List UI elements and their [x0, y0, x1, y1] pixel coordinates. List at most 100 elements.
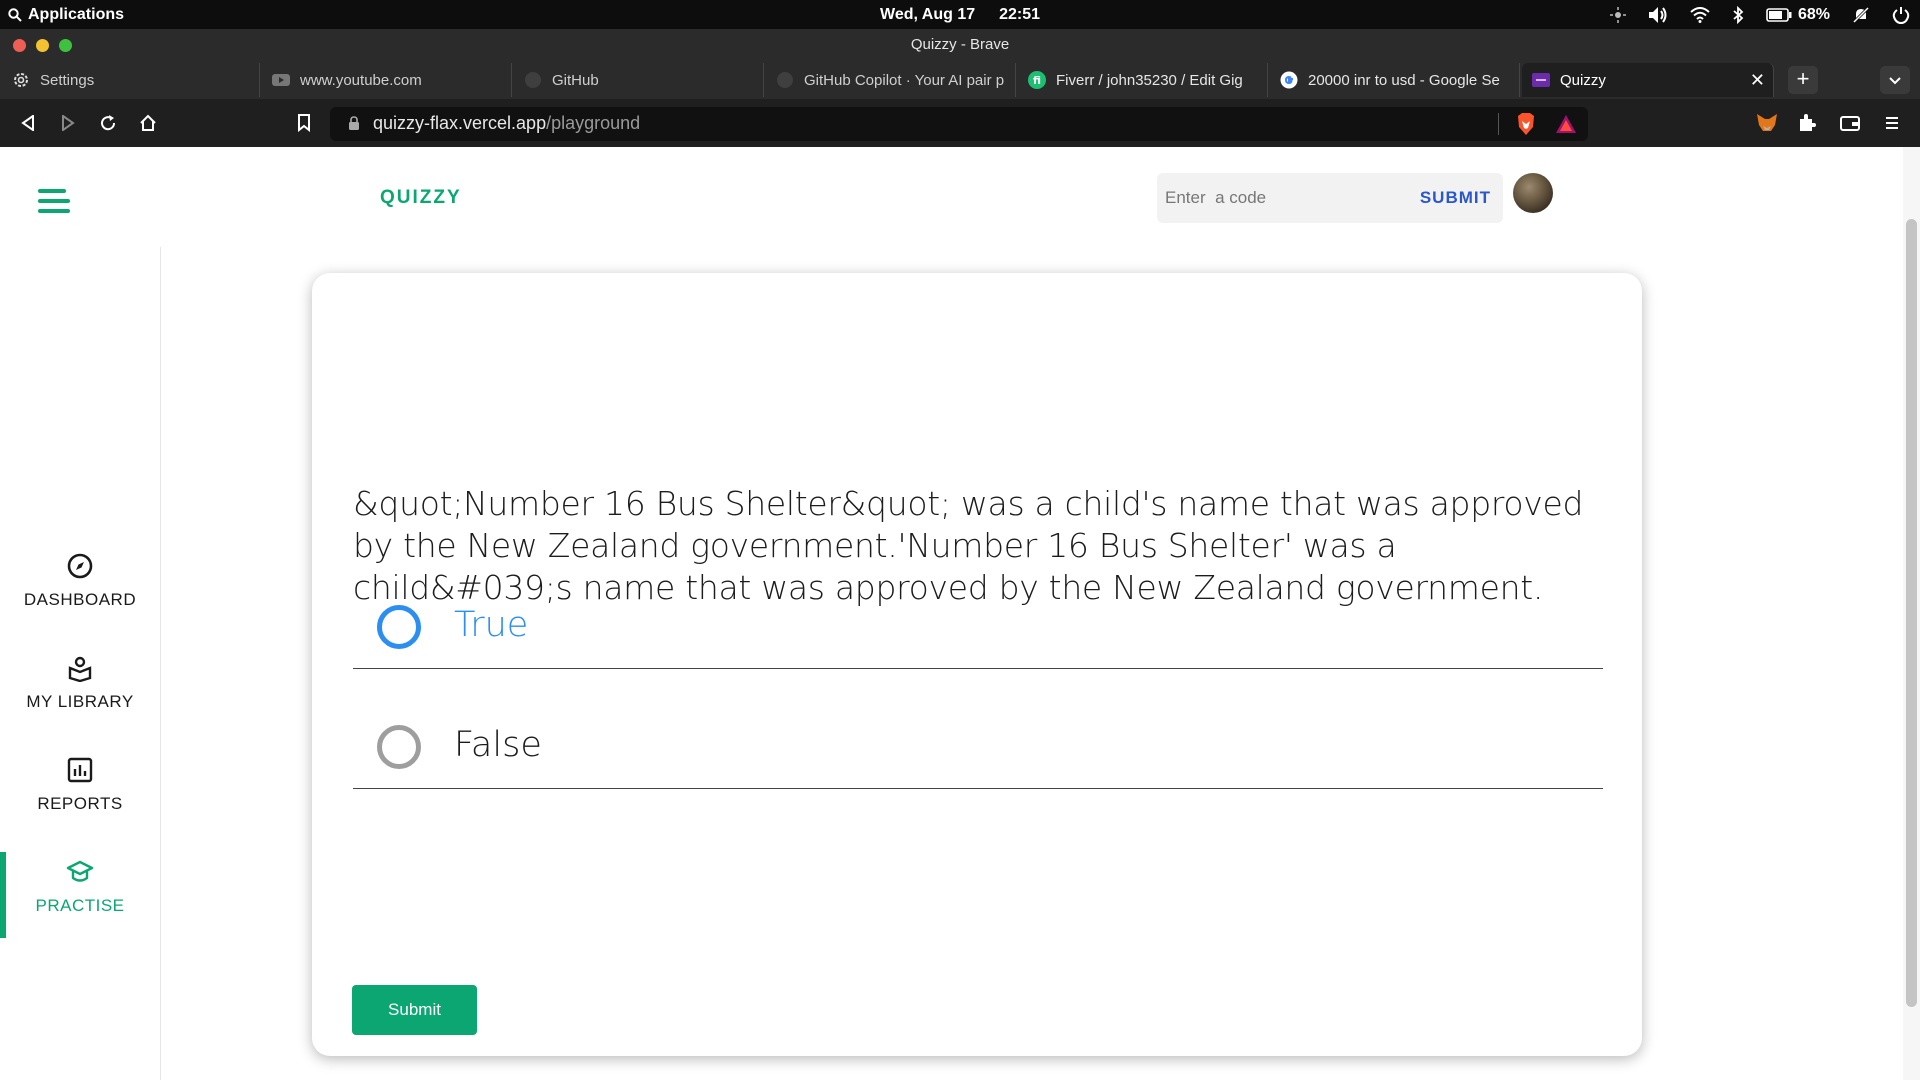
applications-menu[interactable]: Applications [8, 0, 124, 29]
sidebar: DASHBOARD MY LIBRARY REPORTS PRACTISE [0, 247, 161, 1080]
sidebar-item-label: REPORTS [37, 794, 123, 813]
search-icon [8, 7, 22, 22]
clock[interactable]: Wed, Aug 17 22:51 [880, 0, 1040, 29]
address-bar[interactable]: quizzy-flax.vercel.app/playground [330, 107, 1588, 141]
applications-label: Applications [28, 5, 125, 23]
reload-button[interactable] [96, 111, 120, 135]
brave-rewards-icon[interactable] [1555, 114, 1577, 139]
tab-label: Settings [40, 71, 95, 89]
home-icon [140, 114, 156, 131]
url-divider [1498, 113, 1499, 135]
graduation-cap-icon [66, 860, 94, 882]
sidebar-item-label: MY LIBRARY [26, 692, 134, 711]
brightness-icon[interactable] [1609, 6, 1626, 23]
sidebar-item-label: DASHBOARD [23, 590, 137, 609]
wallet-icon[interactable] [1838, 111, 1862, 135]
browser-toolbar: quizzy-flax.vercel.app/playground [0, 99, 1920, 147]
google-icon [1280, 71, 1298, 89]
url-path: /playground [546, 113, 641, 133]
svg-text:fi: fi [1033, 74, 1041, 87]
tab-github[interactable]: GitHub [514, 63, 764, 97]
tab-label: 20000 inr to usd - Google Se [1308, 71, 1500, 89]
radio-button-selected[interactable] [377, 605, 421, 649]
chart-icon [67, 757, 93, 783]
sidebar-item-label: PRACTISE [35, 896, 125, 915]
sidebar-item-practise[interactable]: PRACTISE [0, 852, 160, 944]
battery-icon [1766, 7, 1792, 22]
os-top-bar: Applications Wed, Aug 17 22:51 68% [0, 0, 1920, 29]
extensions-icon[interactable] [1795, 111, 1819, 135]
metamask-extension-icon[interactable] [1755, 111, 1779, 135]
scrollbar-thumb[interactable] [1906, 219, 1917, 1007]
quizzy-icon [1532, 71, 1550, 89]
wifi-icon[interactable] [1690, 6, 1710, 23]
battery-percent: 68% [1797, 5, 1830, 23]
url-text: quizzy-flax.vercel.app/playground [373, 113, 640, 134]
minimize-window-button[interactable] [36, 39, 49, 52]
page-content: QUIZZY SUBMIT DASHBOARD MY LIBRARY REPOR… [0, 147, 1920, 1080]
bookmark-button[interactable] [292, 111, 316, 135]
github-icon [776, 71, 794, 89]
library-icon [68, 656, 92, 682]
tab-quizzy[interactable]: Quizzy ✕ [1522, 63, 1774, 97]
youtube-icon [272, 71, 290, 89]
tab-google-search[interactable]: 20000 inr to usd - Google Se [1270, 63, 1520, 97]
back-arrow-icon [21, 115, 34, 131]
forward-button[interactable] [56, 111, 80, 135]
sidebar-item-my-library[interactable]: MY LIBRARY [0, 654, 160, 740]
brave-shields-icon[interactable] [1516, 112, 1536, 141]
submit-answer-button[interactable]: Submit [352, 985, 477, 1035]
volume-icon[interactable] [1648, 6, 1668, 24]
chevron-down-icon [1889, 77, 1901, 85]
code-input[interactable] [1165, 173, 1405, 223]
tab-strip: Settings www.youtube.com GitHub GitHub C… [0, 61, 1920, 99]
url-host: quizzy-flax.vercel.app [373, 113, 547, 133]
hamburger-menu-icon[interactable] [38, 189, 70, 213]
close-tab-icon[interactable]: ✕ [1750, 70, 1765, 91]
tab-list-button[interactable] [1880, 66, 1910, 94]
github-icon [524, 71, 542, 89]
option-false[interactable]: False [353, 705, 1603, 789]
avatar[interactable] [1513, 173, 1553, 213]
option-label: False [454, 725, 542, 765]
home-button[interactable] [136, 111, 160, 135]
battery-indicator[interactable]: 68% [1766, 6, 1830, 24]
app-logo[interactable]: QUIZZY [380, 187, 462, 209]
maximize-window-button[interactable] [59, 39, 72, 52]
gear-icon [12, 71, 30, 89]
option-true[interactable]: True [353, 585, 1603, 669]
date-label: Wed, Aug 17 [880, 5, 976, 23]
tab-label: GitHub Copilot · Your AI pair p [804, 71, 1005, 89]
menu-icon[interactable] [1880, 111, 1904, 135]
sidebar-item-dashboard[interactable]: DASHBOARD [0, 552, 160, 638]
bluetooth-icon[interactable] [1732, 5, 1744, 24]
time-label: 22:51 [999, 5, 1041, 23]
question-card: &quot;Number 16 Bus Shelter&quot; was a … [312, 273, 1642, 1056]
tab-github-copilot[interactable]: GitHub Copilot · Your AI pair p [766, 63, 1016, 97]
new-tab-button[interactable]: + [1788, 66, 1818, 94]
lock-icon [348, 116, 360, 136]
tab-fiverr[interactable]: fi Fiverr / john35230 / Edit Gig [1018, 63, 1268, 97]
tab-settings[interactable]: Settings [2, 63, 260, 97]
code-submit-button[interactable]: SUBMIT [1420, 173, 1491, 223]
back-button[interactable] [16, 111, 40, 135]
window-title-bar: Quizzy - Brave [0, 29, 1920, 61]
sidebar-item-reports[interactable]: REPORTS [0, 756, 160, 842]
power-icon[interactable] [1892, 6, 1910, 24]
tab-label: www.youtube.com [300, 71, 422, 89]
option-label: True [454, 605, 529, 645]
reload-icon [101, 115, 116, 131]
radio-button[interactable] [377, 725, 421, 769]
bookmark-icon [298, 114, 310, 132]
code-entry: SUBMIT [1157, 173, 1503, 223]
tab-youtube[interactable]: www.youtube.com [262, 63, 512, 97]
close-window-button[interactable] [13, 39, 26, 52]
window-title: Quizzy - Brave [910, 36, 1010, 53]
tab-label: Fiverr / john35230 / Edit Gig [1056, 71, 1243, 89]
compass-icon [67, 553, 93, 579]
fiverr-icon: fi [1028, 71, 1046, 89]
tab-label: GitHub [552, 71, 599, 89]
notifications-off-icon[interactable] [1852, 6, 1870, 24]
forward-arrow-icon [62, 115, 75, 131]
tab-label: Quizzy [1560, 71, 1606, 89]
